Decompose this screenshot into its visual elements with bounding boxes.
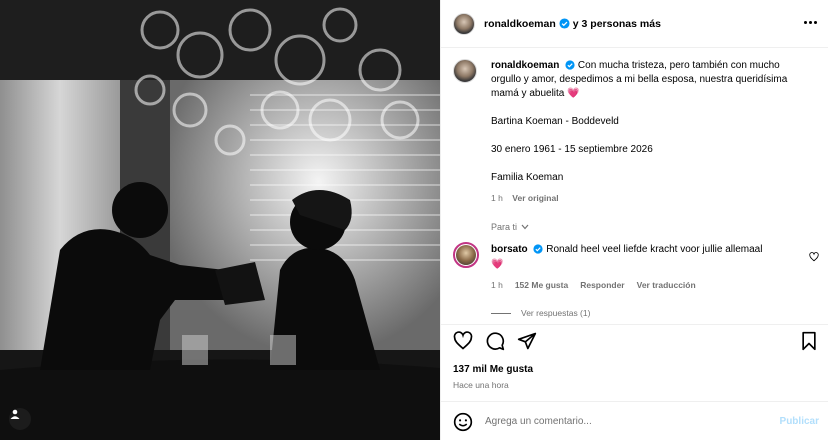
save-icon <box>802 331 816 351</box>
instagram-post-modal: ronaldkoeman y 3 personas más ronaldkoem… <box>0 0 828 440</box>
user-tag-button[interactable] <box>9 408 31 430</box>
like-button[interactable] <box>453 331 473 351</box>
view-replies-label: Ver respuestas (1) <box>521 308 591 318</box>
post-panel: ronaldkoeman y 3 personas más ronaldkoem… <box>440 0 828 440</box>
share-button[interactable] <box>517 331 537 351</box>
comments-area[interactable]: ronaldkoeman Con mucha tristeza, pero ta… <box>441 49 828 324</box>
reply-button[interactable]: Responder <box>580 278 624 293</box>
caption-avatar[interactable] <box>453 59 477 83</box>
collaborators-link[interactable]: y 3 personas más <box>573 18 661 30</box>
comment-likes[interactable]: 152 Me gusta <box>515 278 568 293</box>
verified-icon <box>559 18 570 29</box>
user-tag-icon <box>10 409 20 419</box>
caption-signature: Familia Koeman <box>491 172 564 183</box>
see-original-button[interactable]: Ver original <box>512 193 558 203</box>
save-button[interactable] <box>799 331 819 351</box>
verified-icon <box>533 244 544 254</box>
more-icon <box>804 21 807 24</box>
for-you-label: Para ti <box>491 222 518 232</box>
for-you-toggle[interactable]: Para ti <box>491 222 529 232</box>
publish-button[interactable]: Publicar <box>780 416 819 427</box>
comment-input[interactable] <box>485 416 765 427</box>
replies-divider <box>491 312 511 314</box>
emoji-icon <box>453 412 473 431</box>
comment-time: 1 h <box>491 280 503 290</box>
chevron-down-icon <box>521 224 529 230</box>
caption-name: Bartina Koeman - Boddeveld <box>491 116 619 127</box>
translate-button[interactable]: Ver traducción <box>637 278 696 293</box>
comment-text: Ronald heel veel liefde kracht voor jull… <box>546 244 763 255</box>
caption-time: 1 h <box>491 193 503 203</box>
post-actions: 137 mil Me gusta Hace una hora Publicar <box>441 324 828 440</box>
verified-icon <box>565 60 575 70</box>
commenter-avatar[interactable] <box>453 242 479 268</box>
post-header: ronaldkoeman y 3 personas más <box>441 0 828 48</box>
comment-icon <box>486 332 505 351</box>
emoji-button[interactable] <box>453 412 473 432</box>
comment-emoji: 💗 <box>491 259 504 270</box>
comment-button[interactable] <box>485 331 505 351</box>
commenter-username[interactable]: borsato <box>491 244 528 255</box>
add-comment-bar: Publicar <box>441 401 828 440</box>
caption: ronaldkoeman Con mucha tristeza, pero ta… <box>453 59 811 205</box>
comment-item: borsato Ronald heel veel liefde kracht v… <box>453 242 823 293</box>
comment-like-icon[interactable] <box>809 252 819 262</box>
share-icon <box>517 332 537 350</box>
likes-count[interactable]: 137 mil Me gusta <box>453 364 533 375</box>
caption-username[interactable]: ronaldkoeman <box>491 60 559 71</box>
post-photo <box>0 0 440 440</box>
post-timestamp[interactable]: Hace una hora <box>453 380 509 390</box>
author-avatar[interactable] <box>453 12 475 35</box>
more-options-button[interactable] <box>804 21 817 24</box>
author-username[interactable]: ronaldkoeman <box>484 18 556 30</box>
view-replies-button[interactable]: Ver respuestas (1) <box>491 308 590 318</box>
photo-illustration <box>0 0 440 440</box>
heart-icon <box>453 331 473 350</box>
caption-dates: 30 enero 1961 - 15 septiembre 2026 <box>491 144 653 155</box>
heart-emoji: 💗 <box>567 88 580 99</box>
